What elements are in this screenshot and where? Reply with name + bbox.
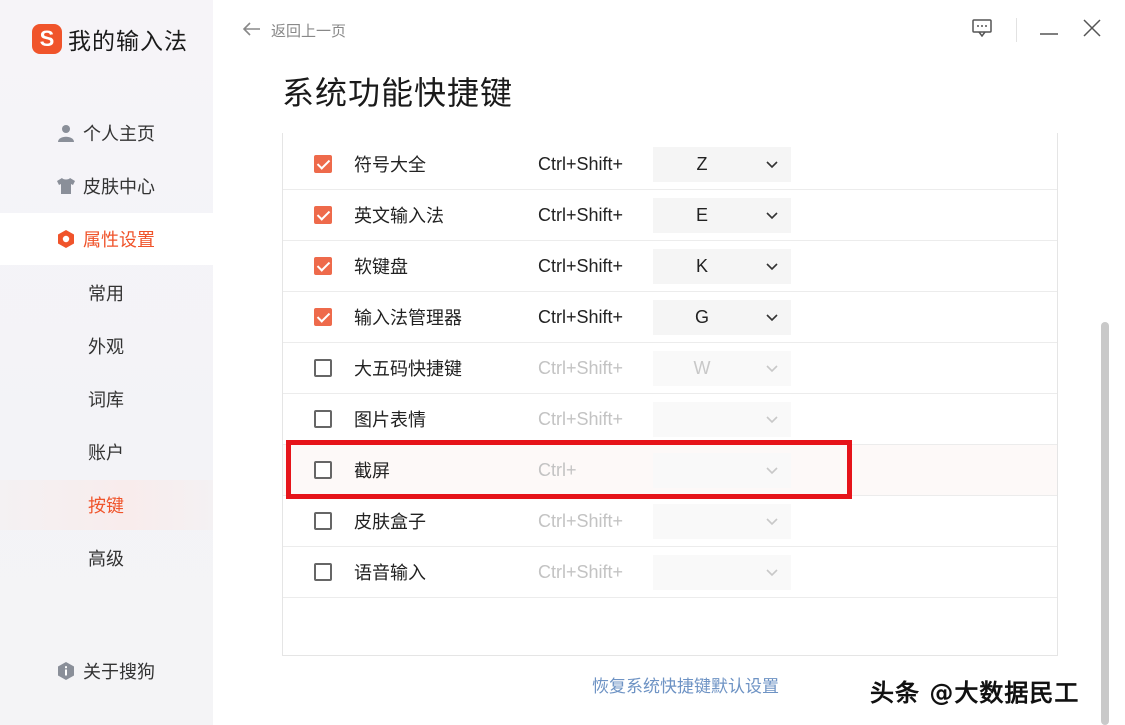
shortcut-row: 英文输入法 Ctrl+Shift+ E [283,190,1057,241]
shortcut-modifier: Ctrl+Shift+ [538,204,624,225]
info-hexagon-icon [57,662,75,680]
shortcut-key-value: Z [696,154,708,174]
shortcut-checkbox[interactable] [314,308,332,326]
shortcut-row: 语音输入 Ctrl+Shift+ [283,547,1057,598]
chevron-down-icon [765,463,779,477]
watermark: 头条 @大数据民工 [870,679,1080,707]
shortcut-label: 英文输入法 [354,206,444,227]
shortcut-checkbox[interactable] [314,512,332,530]
close-icon [1083,19,1101,41]
hexagon-settings-icon [57,230,75,248]
chevron-down-icon [765,361,779,375]
nav-item-settings[interactable]: 属性设置 [0,213,213,265]
shortcut-modifier: Ctrl+Shift+ [538,153,624,174]
shortcut-label: 大五码快捷键 [354,359,462,380]
shortcut-modifier: Ctrl+Shift+ [538,357,624,378]
restore-defaults-link[interactable]: 恢复系统快捷键默认设置 [592,672,779,697]
shortcut-label: 输入法管理器 [354,308,462,329]
shortcut-checkbox[interactable] [314,206,332,224]
close-button[interactable] [1076,14,1108,46]
shortcut-key-value: E [695,205,708,225]
shortcut-modifier: Ctrl+Shift+ [538,510,624,531]
shortcut-label: 符号大全 [354,155,426,176]
shortcut-row: 皮肤盒子 Ctrl+Shift+ [283,496,1057,547]
shortcut-row: 符号大全 Ctrl+Shift+ Z [283,139,1057,190]
shortcut-checkbox[interactable] [314,359,332,377]
shortcut-checkbox[interactable] [314,461,332,479]
shortcut-row: 截屏 Ctrl+ [283,445,1057,496]
chevron-down-icon [765,208,779,222]
shortcut-key-value: K [695,256,708,276]
app-title: 我的输入法 [68,29,188,55]
shortcut-key-select[interactable]: Z [653,147,791,182]
app-logo: S 我的输入法 [32,22,188,56]
minimize-button[interactable] [1033,14,1065,46]
shortcut-checkbox[interactable] [314,410,332,428]
shortcut-modifier: Ctrl+Shift+ [538,306,624,327]
shortcut-label: 语音输入 [354,563,426,584]
chevron-down-icon [765,157,779,171]
sub-item-advanced[interactable]: 高级 [0,533,213,583]
shortcut-key-select[interactable]: W [653,351,791,386]
shortcut-checkbox[interactable] [314,257,332,275]
nav-item-profile[interactable]: 个人主页 [0,107,213,159]
chevron-down-icon [765,259,779,273]
arrow-left-icon [242,21,261,40]
sidebar: S 我的输入法 个人主页 皮肤中心 属性设置 常用 外观 词库 账户 按键 高级… [0,0,213,725]
shortcut-key-value: W [693,358,711,378]
page-title: 系统功能快捷键 [282,74,514,112]
shortcut-label: 图片表情 [354,410,426,431]
sub-item-common[interactable]: 常用 [0,268,213,318]
nav-item-label: 皮肤中心 [83,177,155,198]
nav-item-skin[interactable]: 皮肤中心 [0,160,213,212]
shortcut-key-select[interactable] [653,402,791,437]
shortcut-row: 大五码快捷键 Ctrl+Shift+ W [283,343,1057,394]
chevron-down-icon [765,514,779,528]
nav-item-about[interactable]: 关于搜狗 [0,646,213,696]
back-link[interactable]: 返回上一页 [242,20,347,41]
back-label: 返回上一页 [271,22,347,40]
shortcut-row: 软键盘 Ctrl+Shift+ K [283,241,1057,292]
shortcut-row: 图片表情 Ctrl+Shift+ [283,394,1057,445]
chevron-down-icon [765,310,779,324]
chevron-down-icon [765,412,779,426]
shortcut-modifier: Ctrl+Shift+ [538,408,624,429]
nav-item-label: 属性设置 [83,230,155,251]
shortcut-key-select[interactable] [653,504,791,539]
shortcut-key-select[interactable] [653,555,791,590]
chevron-down-icon [765,565,779,579]
shortcut-key-value: G [694,307,709,327]
feedback-button[interactable] [966,14,998,46]
shortcut-label: 皮肤盒子 [354,512,426,533]
toolbar-divider [1016,18,1017,42]
shortcut-modifier: Ctrl+Shift+ [538,255,624,276]
shirt-icon [57,177,75,195]
shortcut-checkbox[interactable] [314,155,332,173]
about-label: 关于搜狗 [83,662,155,683]
shortcut-key-select[interactable]: G [653,300,791,335]
shortcut-modifier: Ctrl+Shift+ [538,561,624,582]
chat-icon [972,19,992,41]
sogou-logo-icon: S [32,24,62,54]
shortcut-checkbox[interactable] [314,563,332,581]
shortcut-key-select[interactable]: K [653,249,791,284]
shortcut-panel: 符号大全 Ctrl+Shift+ Z 英文输入法 Ctrl+Shift+ E 软键盘 Ctrl… [282,133,1058,656]
minimize-icon [1040,21,1058,40]
shortcut-label: 截屏 [354,461,390,482]
scrollbar-thumb[interactable] [1101,322,1109,725]
sub-item-appearance[interactable]: 外观 [0,321,213,371]
sub-item-keys[interactable]: 按键 [0,480,213,530]
nav-item-label: 个人主页 [83,124,155,145]
shortcut-label: 软键盘 [354,257,408,278]
shortcut-key-select[interactable] [653,453,791,488]
user-icon [57,124,75,142]
shortcut-modifier: Ctrl+ [538,459,577,480]
sub-item-dictionary[interactable]: 词库 [0,374,213,424]
shortcut-key-select[interactable]: E [653,198,791,233]
shortcut-row: 输入法管理器 Ctrl+Shift+ G [283,292,1057,343]
sub-item-account[interactable]: 账户 [0,427,213,477]
